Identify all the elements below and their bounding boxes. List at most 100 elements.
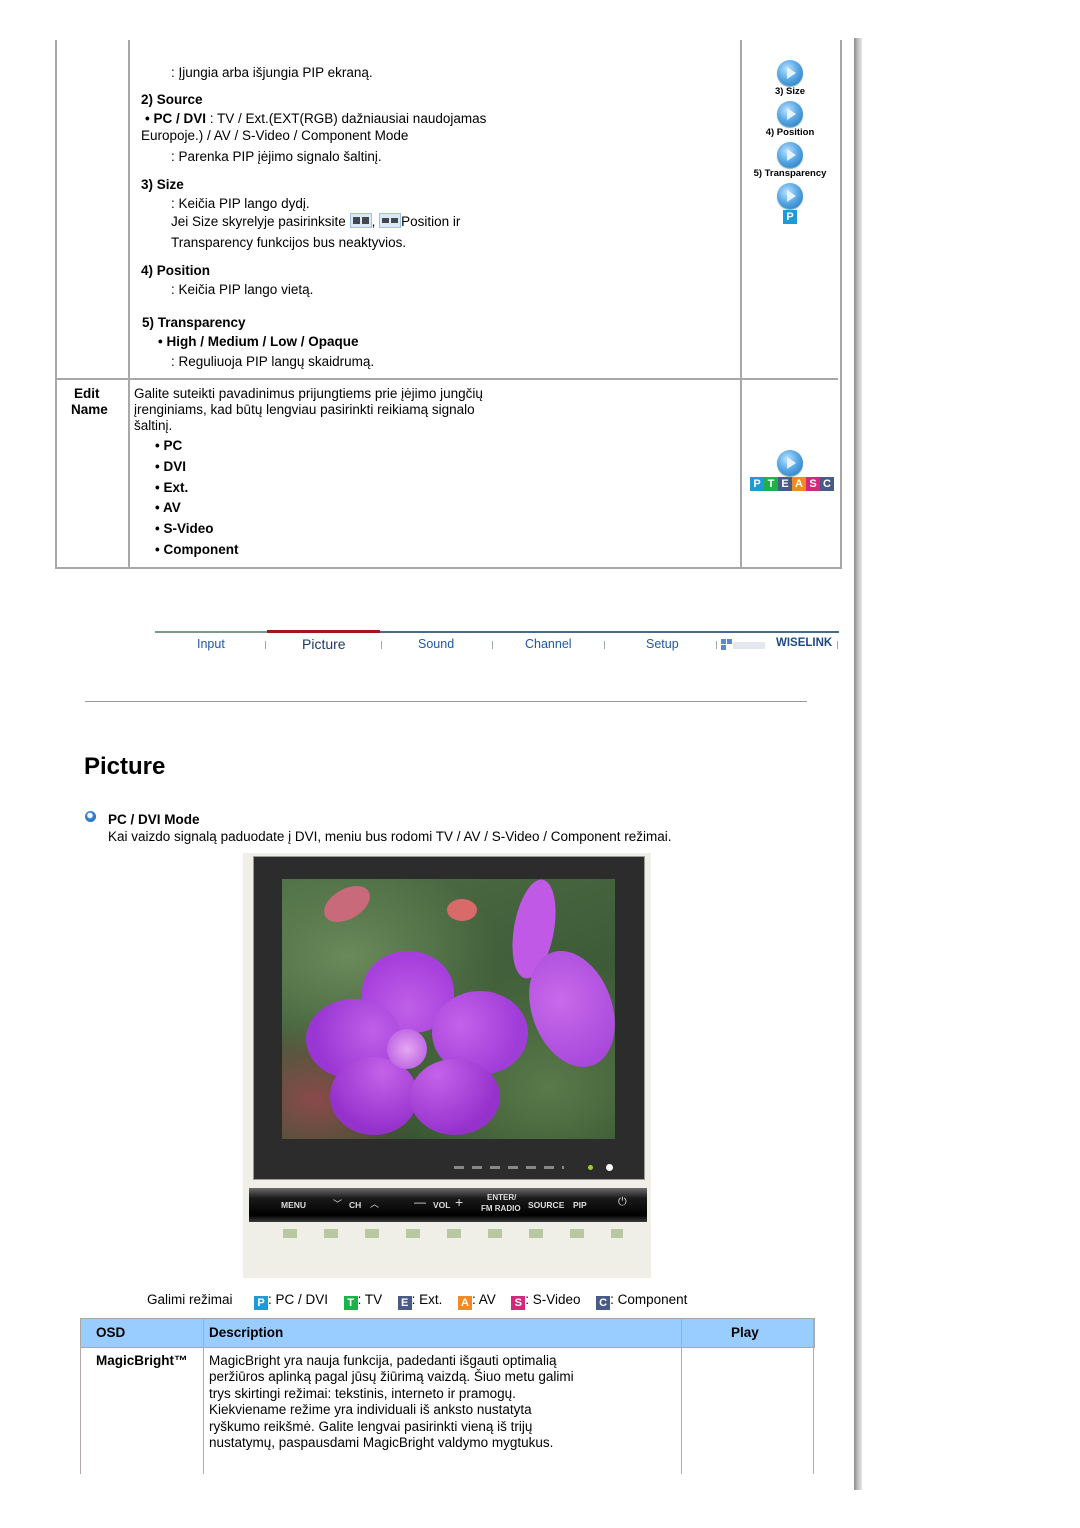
tv-mode-text: : TV: [357, 1292, 383, 1307]
pc-dvi-mode-text: Kai vaizdo signalą paduodate į DVI, meni…: [108, 829, 672, 844]
svideo-mode-text: : S-Video: [525, 1292, 581, 1307]
column-divider: [740, 40, 742, 567]
component-mode-badge: C: [596, 1296, 611, 1310]
menu-button-label: MENU: [281, 1200, 307, 1210]
size-desc: : Keičia PIP lango dydį.: [171, 196, 310, 211]
play-icon: [777, 142, 803, 168]
column-divider: [80, 1346, 81, 1474]
tv-mode-badge: T: [343, 1296, 358, 1310]
osd-name: MagicBright™: [96, 1353, 188, 1368]
pc-mode-badge: P: [254, 1296, 269, 1310]
size-line2-sep: ,: [371, 214, 376, 229]
nav-separator: [604, 641, 605, 649]
play-icon: [777, 101, 803, 127]
nav-tab-wiselink[interactable]: WISELINK: [776, 637, 832, 649]
enter-button-label: ENTER/: [487, 1193, 517, 1202]
osd-description-line: ryškumo reikšmė. Galite lengvai pasirink…: [209, 1419, 533, 1434]
column-divider: [128, 40, 130, 567]
nav-separator: [492, 641, 493, 649]
pc-mode-text: : PC / DVI: [268, 1292, 329, 1307]
source-bullet: • PC / DVI : TV / Ext.(EXT(RGB) dažniaus…: [145, 111, 486, 127]
edit-name-item: • S-Video: [155, 521, 214, 536]
vol-down-icon: —: [414, 1195, 426, 1209]
section-divider: [85, 701, 807, 702]
play-transparency-button[interactable]: 5) Transparency: [750, 142, 830, 179]
size-wide-icon: [379, 213, 402, 228]
osd-description-line: trys skirtingi režimai: tekstinis, inter…: [209, 1386, 516, 1401]
source-desc: : Parenka PIP įėjimo signalo šaltinį.: [171, 149, 382, 164]
position-heading: 4) Position: [141, 263, 211, 278]
source-heading: 2) Source: [141, 92, 203, 107]
source-bullet-text: : TV / Ext.(EXT(RGB) dažniausiai naudoja…: [206, 111, 487, 126]
play-position-label: 4) Position: [765, 127, 815, 138]
modes-legend: Galimi režimai P: PC / DVI T: TV E: Ext.…: [147, 1292, 687, 1310]
size-line2-b: Position ir: [401, 214, 461, 229]
play-size-button[interactable]: 3) Size: [750, 60, 830, 97]
row-divider: [57, 378, 838, 380]
play-size-label: 3) Size: [774, 86, 806, 97]
source-bullet-text-2: Europoje.) / AV / S-Video / Component Mo…: [141, 128, 409, 143]
size-line2: Jei Size skyrelyje pasirinksite , Positi…: [171, 213, 460, 230]
ch-button-label: CH: [349, 1200, 362, 1210]
size-heading: 3) Size: [141, 177, 184, 192]
modes-label: Galimi režimai: [147, 1292, 233, 1307]
nav-separator: [381, 641, 382, 649]
pc-dvi-mode-heading: PC / DVI Mode: [108, 812, 200, 827]
svideo-mode-badge: S: [511, 1296, 526, 1310]
nav-tab-setup[interactable]: Setup: [646, 637, 679, 651]
column-divider: [681, 1318, 682, 1474]
play-column-header: Play: [731, 1325, 759, 1340]
nav-tab-channel[interactable]: Channel: [525, 637, 572, 651]
bezel-button-labels: [454, 1164, 614, 1171]
monitor-bezel: [253, 856, 645, 1180]
nav-separator: [265, 641, 266, 649]
physical-buttons: [283, 1229, 623, 1238]
nav-tab-input[interactable]: Input: [197, 637, 225, 651]
av-mode-badge: A: [457, 1296, 472, 1310]
edit-name-desc-2: įrenginiams, kad būtų lengviau pasirinkt…: [134, 402, 475, 417]
play-pip-button[interactable]: P: [750, 183, 830, 224]
nav-separator: [716, 641, 717, 649]
monitor-control-strip: MENU ﹀ CH ︿ — VOL + ENTER/ FM RADIO SOUR…: [249, 1188, 647, 1222]
ch-up-icon: ︿: [370, 1199, 380, 1209]
av-mode-badge: A: [792, 477, 806, 491]
play-icon: [777, 183, 803, 209]
tv-mode-badge: T: [764, 477, 778, 491]
edit-name-item: • Ext.: [155, 480, 189, 495]
description-column-header: Description: [209, 1325, 284, 1340]
ch-down-icon: ﹀: [333, 1199, 343, 1209]
nav-tab-sound[interactable]: Sound: [418, 637, 454, 651]
av-mode-text: : AV: [471, 1292, 496, 1307]
osd-description-line: peržiūros aplinką pagal jūsų žiūrimą vai…: [209, 1369, 574, 1384]
wiselink-logo-icon: [721, 639, 765, 651]
size-line2-a: Jei Size skyrelyje pasirinksite: [171, 214, 346, 229]
nav-underline: [155, 631, 267, 633]
source-button-label: SOURCE: [528, 1200, 565, 1210]
page-edge-scrollbar: [854, 38, 862, 1490]
pip-intro-text: : Įjungia arba išjungia PIP ekraną.: [171, 65, 373, 80]
vol-button-label: VOL: [433, 1200, 451, 1210]
pip-settings-table: : Įjungia arba išjungia PIP ekraną. 2) S…: [55, 40, 842, 569]
nav-tab-picture[interactable]: Picture: [302, 636, 346, 652]
edit-name-item: • AV: [155, 500, 181, 515]
transparency-desc: : Reguliuoja PIP langų skaidrumą.: [171, 354, 375, 369]
osd-table-header: OSD Description Play: [80, 1318, 815, 1348]
play-position-button[interactable]: 4) Position: [750, 101, 830, 138]
bullet-icon: [85, 811, 96, 822]
transparency-heading: 5) Transparency: [142, 315, 246, 330]
size-line3: Transparency funkcijos bus neaktyvios.: [171, 235, 407, 250]
monitor-illustration: MENU ﹀ CH ︿ — VOL + ENTER/ FM RADIO SOUR…: [243, 853, 651, 1278]
play-icon: [777, 60, 803, 86]
ext-mode-badge: E: [778, 477, 792, 491]
edit-name-label-1: Edit: [74, 386, 100, 401]
play-edit-name-button[interactable]: PTEASC: [750, 450, 834, 491]
svideo-mode-badge: S: [806, 477, 820, 491]
osd-description-line: Kiekviename režime yra individuali iš an…: [209, 1402, 532, 1417]
edit-name-desc-3: šaltinį.: [134, 418, 173, 433]
mode-badges: PTEASC: [750, 477, 834, 491]
nav-separator: [837, 641, 838, 649]
component-mode-badge: C: [820, 477, 834, 491]
edit-name-item: • DVI: [155, 459, 186, 474]
edit-name-item: • Component: [155, 542, 239, 557]
column-divider: [813, 1318, 814, 1474]
